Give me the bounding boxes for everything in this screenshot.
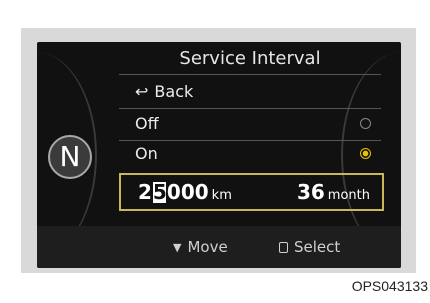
km-digit-suffix: 000 (166, 180, 209, 204)
screen-title: Service Interval (179, 48, 321, 69)
menu-item-off-label: Off (135, 114, 159, 133)
month-value[interactable]: 36 month (297, 178, 370, 210)
footer-hints: ▼ Move Select (37, 226, 401, 268)
menu-item-back-label: Back (154, 82, 194, 101)
cluster-screen: N Service Interval ↩ Back Off On 25000 km … (37, 42, 401, 268)
move-label: Move (187, 238, 228, 256)
move-hint: ▼ Move (173, 235, 228, 261)
back-arrow-icon: ↩ (135, 82, 149, 101)
on-radio-selected-icon[interactable] (360, 148, 371, 159)
divider (119, 74, 381, 75)
menu-item-off[interactable]: Off (119, 109, 381, 139)
menu-item-on-label: On (135, 144, 158, 163)
km-cursor-digit[interactable]: 5 (152, 182, 167, 203)
km-unit: km (211, 188, 232, 203)
gear-indicator: N (48, 135, 92, 179)
km-digit-prefix: 2 (138, 180, 152, 204)
interval-value-field[interactable]: 25000 km 36 month (119, 173, 384, 211)
menu-item-on[interactable]: On (119, 139, 381, 169)
steering-button-icon (279, 242, 288, 253)
select-hint: Select (279, 235, 340, 259)
km-value[interactable]: 25000 km (138, 178, 232, 210)
month-number: 36 (296, 180, 325, 204)
select-label: Select (294, 238, 341, 256)
month-unit: month (327, 188, 370, 203)
figure-code: OPS043133 (351, 278, 428, 294)
menu-item-back[interactable]: ↩ Back (119, 77, 381, 107)
down-triangle-icon: ▼ (173, 241, 182, 254)
off-radio-icon[interactable] (360, 118, 371, 129)
